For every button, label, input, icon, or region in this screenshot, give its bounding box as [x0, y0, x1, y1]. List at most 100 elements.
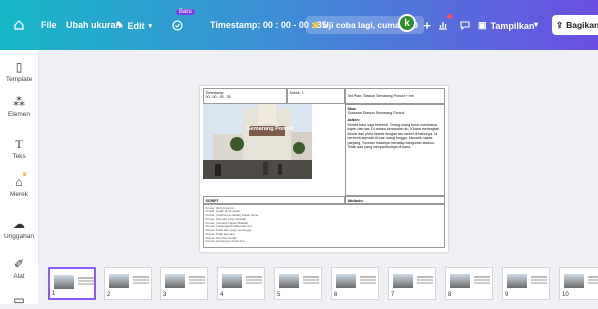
present-icon: ▣ — [478, 20, 487, 30]
premium-crown-icon: ♛ — [22, 172, 28, 178]
station-building-image — [203, 104, 312, 179]
thumbnail-text-lines — [474, 276, 490, 278]
thumbnail-text-lines — [78, 277, 94, 279]
page-number: 8 — [448, 292, 452, 298]
template-icon: ▯ — [15, 60, 23, 74]
resize-button[interactable]: Ubah ukuran — [66, 20, 121, 30]
thumbnail-image — [222, 274, 242, 288]
upload-icon: ☁ — [13, 217, 25, 231]
thumbnail-image — [336, 274, 356, 288]
thumbnail-image — [165, 274, 185, 288]
design-canvas-page[interactable]: Timestamp: 00 : 00 - 00 : 35 Scene: 1 Se… — [200, 86, 448, 252]
thumbnail-image — [109, 274, 129, 288]
sidebar-item-teks[interactable]: T Teks — [0, 137, 38, 160]
thumbnail-image — [450, 274, 470, 288]
share-label: Bagikan — [566, 20, 598, 30]
script-body-cell[interactable]: Kirana: (lirih) Kota ini... Kirana: suda… — [203, 204, 445, 248]
script-line: Kirana: (tersenyum kecil) Ayo. — [205, 239, 246, 244]
page-number: 4 — [220, 292, 224, 298]
file-menu[interactable]: File — [41, 20, 57, 30]
share-icon: ⇪ — [556, 19, 564, 30]
present-label: Tampilkan — [490, 20, 535, 31]
thumbnail-image — [507, 274, 527, 288]
notification-dot-icon — [447, 14, 452, 19]
thumbnail-text-lines — [588, 276, 598, 278]
page-number: 3 — [163, 292, 167, 298]
thumbnail-text-lines — [360, 276, 376, 278]
folder-icon: ▭ — [13, 293, 25, 307]
chevron-down-icon: ▾ — [534, 20, 539, 29]
page-number: 1 — [52, 291, 56, 297]
page-thumbnail[interactable]: 10 — [559, 267, 598, 300]
share-button[interactable]: ⇪ Bagikan — [552, 15, 598, 35]
sidebar-item-label: Template — [5, 76, 33, 83]
set-plan-cell[interactable]: Set Plan: Stasiun Semarang Poncol + ext. — [345, 88, 445, 104]
thumbnail-text-lines — [417, 276, 433, 278]
page-thumbnail[interactable]: 5 — [274, 267, 322, 300]
edit-label: Edit — [127, 20, 145, 31]
thumbnail-text-lines — [303, 276, 319, 278]
sidebar-item-unggahan[interactable]: ☁ Unggahan — [0, 217, 38, 240]
thumbnail-text-lines — [133, 276, 149, 278]
top-toolbar: File Ubah ukuran ✎ Edit ▾ Baru Timestamp… — [0, 0, 598, 50]
text-icon: T — [15, 137, 23, 151]
edit-menu[interactable]: ✎ Edit ▾ — [116, 20, 152, 31]
page-thumbnail[interactable]: 6 — [331, 267, 379, 300]
page-number: 7 — [391, 292, 395, 298]
script-label: SCRIPT — [205, 198, 219, 203]
station-photo[interactable]: Semarang Poncol — [203, 104, 312, 179]
sidebar-item-alat[interactable]: ✐ Alat — [0, 257, 38, 280]
sync-button[interactable] — [168, 16, 186, 34]
left-sidebar: ▯ Template ⁂ Elemen T Teks ⌂ Merek ♛ ☁ U… — [0, 50, 39, 307]
present-button[interactable]: ▣ Tampilkan — [478, 20, 534, 31]
action-value: Kereta baru saja berhenti. Orang-orang t… — [347, 122, 440, 150]
timestamp-value: 00 : 00 - 00 : 35 — [205, 94, 231, 99]
insights-button[interactable] — [434, 14, 452, 34]
home-icon — [10, 16, 28, 34]
home-button[interactable] — [10, 16, 28, 34]
sidebar-item-label: Merek — [9, 191, 29, 198]
scene-cell[interactable]: Scene: 1 — [287, 88, 345, 104]
station-sign-text: Semarang Poncol — [247, 126, 294, 132]
sidebar-item-label: Teks — [12, 153, 26, 160]
page-number: 9 — [505, 292, 509, 298]
thumbnail-image — [54, 275, 74, 289]
sidebar-item-label: Alat — [13, 273, 25, 280]
page-thumbnail[interactable]: 1 — [48, 267, 96, 300]
timestamp-cell[interactable]: Timestamp: 00 : 00 - 00 : 35 — [203, 88, 287, 104]
set-plan-label: Set Plan: Stasiun Semarang Poncol + ext. — [347, 94, 415, 98]
avatar[interactable]: k — [398, 14, 416, 32]
sidebar-item-label: Unggahan — [4, 233, 34, 240]
thumbnail-image — [564, 274, 584, 288]
page-thumbnail[interactable]: 9 — [502, 267, 550, 300]
thumbnail-text-lines — [246, 276, 262, 278]
thumbnail-text-lines — [531, 276, 547, 278]
sidebar-item-template[interactable]: ▯ Template — [0, 60, 38, 83]
page-thumbnail[interactable]: 4 — [217, 267, 265, 300]
thumbnail-image — [393, 274, 413, 288]
page-thumbnail[interactable]: 3 — [160, 267, 208, 300]
page-number: 10 — [562, 292, 569, 298]
sidebar-item-elemen[interactable]: ⁂ Elemen — [0, 95, 38, 118]
cloud-sync-icon — [168, 16, 186, 34]
pencil-icon: ✎ — [116, 20, 124, 30]
thumbnail-image — [279, 274, 299, 288]
sidebar-item-merek[interactable]: ⌂ Merek ♛ — [0, 172, 38, 198]
present-options-button[interactable]: ▾ — [534, 20, 538, 29]
shot-action-cell[interactable]: Shot: Suasana Stasiun Semarang Poncol Ac… — [345, 104, 445, 196]
attribute-header-cell[interactable]: Attribute: — [345, 196, 445, 204]
page-thumbnail[interactable]: 8 — [445, 267, 493, 300]
elements-icon: ⁂ — [13, 95, 25, 109]
page-filmstrip: 1 2 3 4 5 6 7 8 9 10 — [38, 263, 598, 304]
sidebar-item-more[interactable]: ▭ — [0, 293, 38, 309]
script-header-cell[interactable]: SCRIPT — [203, 196, 345, 204]
tools-icon: ✐ — [13, 257, 25, 271]
page-number: 5 — [277, 292, 281, 298]
new-badge: Baru — [176, 9, 195, 15]
crown-icon: ♛ — [312, 19, 320, 30]
thumbnail-text-lines — [189, 276, 205, 278]
scene-label: Scene: 1 — [289, 90, 304, 95]
comments-button[interactable] — [456, 16, 474, 34]
page-thumbnail[interactable]: 2 — [104, 267, 152, 300]
page-thumbnail[interactable]: 7 — [388, 267, 436, 300]
